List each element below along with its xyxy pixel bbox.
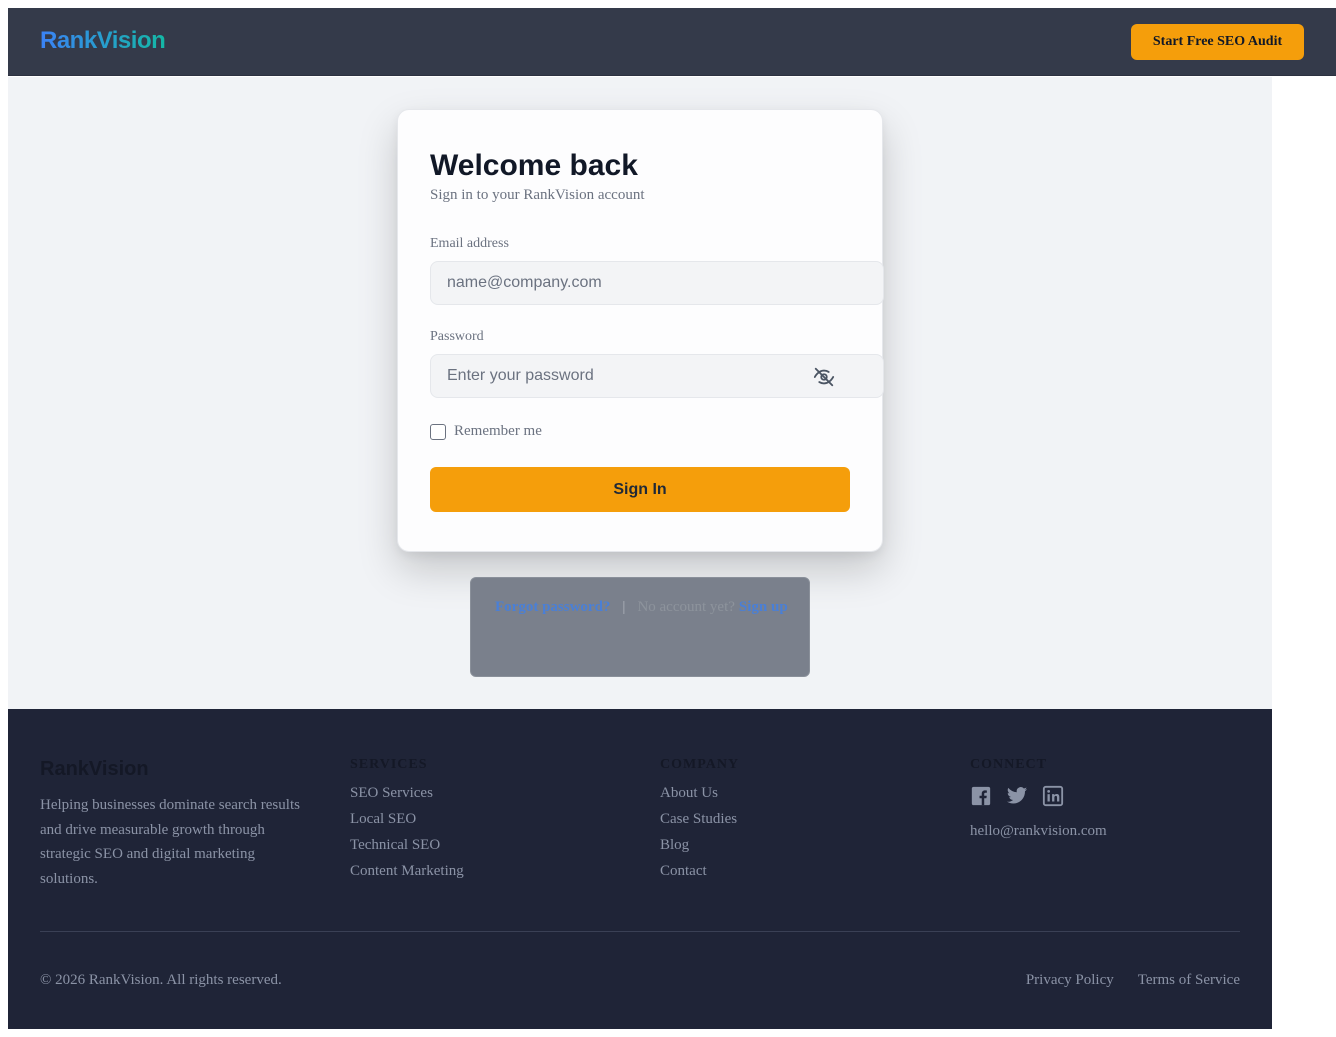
footer-connect: CONNECT hello@rankvision.com bbox=[970, 757, 1107, 840]
sign-up-link[interactable]: Sign up bbox=[739, 599, 788, 616]
footer-link-about[interactable]: About Us bbox=[660, 785, 739, 811]
link-separator: | bbox=[622, 599, 626, 615]
footer-description: Helping businesses dominate search resul… bbox=[40, 797, 300, 887]
footer-link-local-seo[interactable]: Local SEO bbox=[350, 811, 464, 837]
company-heading: COMPANY bbox=[660, 757, 740, 772]
main-content: Welcome back Sign in to your RankVision … bbox=[8, 77, 1272, 709]
footer-divider bbox=[40, 931, 1240, 932]
site-header: RankVision Start Free SEO Audit bbox=[8, 8, 1336, 76]
site-footer: RankVision Helping businesses dominate s… bbox=[8, 709, 1272, 1029]
email-label: Email address bbox=[430, 236, 509, 251]
twitter-icon[interactable] bbox=[1006, 785, 1030, 809]
footer-link-case-studies[interactable]: Case Studies bbox=[660, 811, 739, 837]
login-title: Welcome back bbox=[430, 149, 638, 182]
social-links bbox=[970, 785, 1107, 809]
footer-services: SERVICES SEO Services Local SEO Technica… bbox=[350, 757, 464, 889]
account-links-box: Forgot password? | No account yet? Sign … bbox=[470, 577, 810, 677]
connect-heading: CONNECT bbox=[970, 757, 1048, 772]
sign-in-button[interactable]: Sign In bbox=[430, 467, 850, 512]
remember-label: Remember me bbox=[454, 423, 542, 439]
login-subtitle: Sign in to your RankVision account bbox=[430, 187, 645, 203]
footer-link-blog[interactable]: Blog bbox=[660, 837, 739, 863]
footer-company: COMPANY About Us Case Studies Blog Conta… bbox=[660, 757, 739, 889]
login-card: Welcome back Sign in to your RankVision … bbox=[397, 109, 884, 552]
services-heading: SERVICES bbox=[350, 757, 428, 772]
copyright: © 2026 RankVision. All rights reserved. bbox=[40, 972, 282, 988]
brand-logo[interactable]: RankVision bbox=[40, 27, 166, 55]
footer-link-contact[interactable]: Contact bbox=[660, 863, 739, 889]
linkedin-icon[interactable] bbox=[1042, 785, 1066, 809]
no-account-text: No account yet? bbox=[637, 599, 735, 615]
footer-brand: RankVision bbox=[40, 758, 149, 780]
legal-links: Privacy Policy Terms of Service bbox=[1026, 972, 1240, 989]
footer-link-seo-services[interactable]: SEO Services bbox=[350, 785, 464, 811]
contact-email[interactable]: hello@rankvision.com bbox=[970, 823, 1107, 840]
remember-checkbox[interactable] bbox=[430, 423, 446, 440]
terms-of-service-link[interactable]: Terms of Service bbox=[1138, 972, 1240, 989]
password-label: Password bbox=[430, 329, 484, 344]
eye-off-icon[interactable] bbox=[813, 366, 835, 388]
start-audit-button[interactable]: Start Free SEO Audit bbox=[1131, 24, 1304, 60]
footer-link-technical-seo[interactable]: Technical SEO bbox=[350, 837, 464, 863]
privacy-policy-link[interactable]: Privacy Policy bbox=[1026, 972, 1114, 989]
email-input[interactable] bbox=[430, 261, 884, 305]
forgot-password-link[interactable]: Forgot password? bbox=[495, 599, 610, 616]
facebook-icon[interactable] bbox=[970, 785, 994, 809]
footer-link-content-marketing[interactable]: Content Marketing bbox=[350, 863, 464, 889]
remember-me: Remember me bbox=[430, 423, 542, 440]
